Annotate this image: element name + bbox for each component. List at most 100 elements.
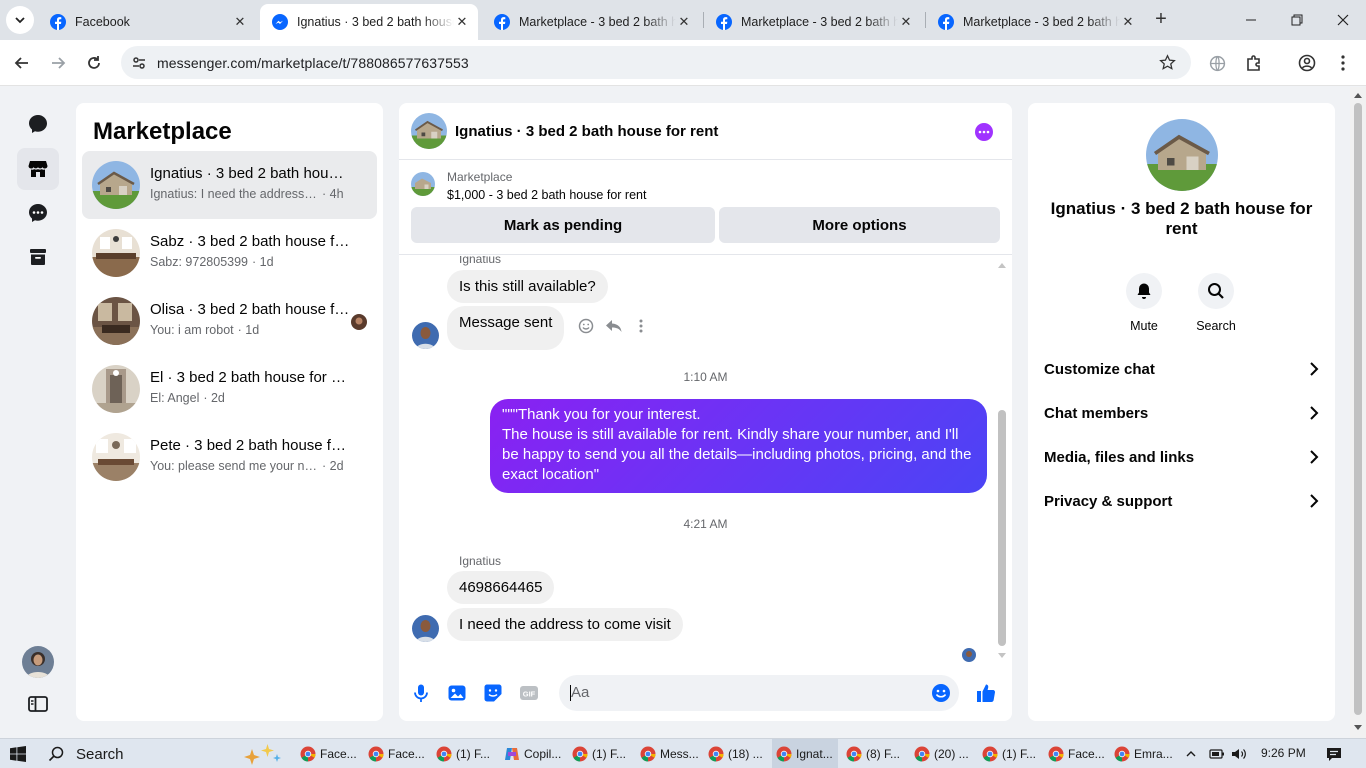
outgoing-message[interactable]: """Thank you for your interest. The hous… (490, 399, 987, 493)
message-more-button[interactable] (639, 318, 645, 334)
star-icon[interactable] (1159, 54, 1176, 71)
emoji-icon[interactable] (931, 683, 951, 703)
incoming-message[interactable]: Message sent (447, 306, 565, 350)
taskbar-app[interactable]: Emra... (1110, 739, 1177, 768)
svg-text:GIF: GIF (523, 690, 536, 699)
close-window-button[interactable] (1320, 0, 1366, 40)
page-scrollbar[interactable] (1350, 87, 1366, 738)
message-scrollbar-thumb[interactable] (998, 410, 1006, 646)
sender-avatar-image (412, 615, 439, 642)
mark-as-pending-button[interactable]: Mark as pending (411, 207, 715, 243)
browser-tab[interactable]: Marketplace - 3 bed 2 bath house for ren… (926, 4, 1144, 40)
chats-nav-button[interactable] (17, 103, 59, 145)
forward-button[interactable] (44, 49, 72, 77)
media-files-links-row[interactable]: Media, files and links (1034, 435, 1329, 479)
restore-button[interactable] (1274, 0, 1320, 40)
extensions-button[interactable] (1240, 49, 1268, 77)
listing-title[interactable]: $1,000 - 3 bed 2 bath house for rent (447, 188, 646, 202)
notifications-icon[interactable] (1326, 747, 1342, 761)
chevron-up-icon[interactable] (1185, 748, 1197, 760)
taskbar-app[interactable]: Mess... (636, 739, 703, 768)
privacy-support-row[interactable]: Privacy & support (1034, 479, 1329, 523)
new-tab-button[interactable]: + (1150, 8, 1172, 30)
conversation-item[interactable]: El · 3 bed 2 bath house for rent El: Ang… (82, 355, 377, 423)
browser-tab[interactable]: Marketplace - 3 bed 2 bath house for ren… (704, 4, 922, 40)
taskbar-search[interactable]: Search (38, 739, 290, 768)
profile-button[interactable] (1293, 49, 1321, 77)
incoming-message[interactable]: 4698664465 (447, 571, 555, 604)
more-options-button[interactable]: More options (719, 207, 1000, 243)
tab-search-button[interactable] (6, 6, 34, 34)
conversation-item[interactable]: Sabz · 3 bed 2 bath house for rent Sabz:… (82, 219, 377, 287)
sender-avatar[interactable] (412, 615, 439, 642)
minimize-button[interactable] (1228, 0, 1274, 40)
conversation-item[interactable]: Olisa · 3 bed 2 bath house for rent You:… (82, 287, 377, 355)
react-button[interactable] (577, 317, 595, 335)
message-input-placeholder: Aa (571, 684, 590, 701)
mute-button[interactable]: Mute (1114, 273, 1174, 333)
back-button[interactable] (8, 49, 36, 77)
close-tab-icon[interactable]: ✕ (1120, 14, 1136, 30)
address-bar[interactable]: messenger.com/marketplace/t/788086577637… (121, 46, 1191, 79)
sticker-icon[interactable] (483, 683, 503, 703)
customize-chat-row[interactable]: Customize chat (1034, 347, 1329, 391)
listing-thumbnail[interactable] (411, 172, 435, 196)
close-tab-icon[interactable]: ✕ (232, 14, 248, 30)
archived-nav-button[interactable] (17, 236, 59, 278)
taskbar-app[interactable]: Face... (296, 739, 361, 768)
browser-tab[interactable]: Marketplace - 3 bed 2 bath house for ren… (482, 4, 700, 40)
close-tab-icon[interactable]: ✕ (454, 14, 470, 30)
taskbar-app-active[interactable]: Ignat... (772, 739, 838, 768)
site-info-icon[interactable] (131, 55, 147, 71)
page-scrollbar-thumb[interactable] (1354, 103, 1362, 715)
message-requests-nav-button[interactable] (17, 192, 59, 234)
chat-title[interactable]: Ignatius · 3 bed 2 bath house for rent (455, 123, 718, 140)
restore-icon (1291, 14, 1303, 26)
conversation-info-button[interactable] (975, 123, 993, 141)
battery-icon[interactable] (1209, 748, 1225, 760)
reply-button[interactable] (605, 318, 623, 336)
translate-button[interactable] (1203, 49, 1231, 77)
taskbar-app[interactable]: (20) ... (910, 739, 973, 768)
smiley-icon (578, 318, 594, 334)
reload-button[interactable] (80, 49, 108, 77)
browser-menu-button[interactable] (1329, 49, 1357, 77)
browser-tab-active[interactable]: Ignatius · 3 bed 2 bath house for rent ✕ (260, 4, 478, 40)
message-input[interactable]: Aa (559, 675, 959, 711)
incoming-message[interactable]: I need the address to come visit (447, 608, 683, 641)
taskbar-app[interactable]: (18) ... (704, 739, 767, 768)
close-tab-icon[interactable]: ✕ (898, 14, 914, 30)
info-avatar[interactable] (1146, 119, 1218, 191)
taskbar-app[interactable]: Face... (1044, 739, 1109, 768)
chat-members-row[interactable]: Chat members (1034, 391, 1329, 435)
messenger-page: Marketplace Ignatius · 3 bed 2 bath hous… (0, 87, 1350, 738)
message-scrollbar[interactable] (997, 260, 1007, 662)
search-in-conversation-button[interactable]: Search (1186, 273, 1246, 333)
chat-avatar[interactable] (411, 113, 447, 149)
conversation-item[interactable]: Ignatius · 3 bed 2 bath house for rent I… (82, 151, 377, 219)
taskbar-app[interactable]: (1) F... (568, 739, 630, 768)
browser-tab[interactable]: Facebook ✕ (38, 4, 256, 40)
volume-icon[interactable] (1231, 747, 1247, 761)
taskbar-app[interactable]: (1) F... (432, 739, 494, 768)
clock[interactable]: 9:26 PM (1261, 746, 1306, 760)
thumbs-up-icon[interactable] (975, 682, 997, 704)
microphone-icon[interactable] (411, 683, 431, 703)
conversation-item[interactable]: Pete · 3 bed 2 bath house for rent You: … (82, 423, 377, 491)
taskbar-app[interactable]: Face... (364, 739, 429, 768)
taskbar-app[interactable]: Copil... (500, 739, 565, 768)
sender-avatar[interactable] (412, 322, 439, 349)
incoming-message[interactable]: Is this still available? (447, 270, 608, 303)
start-button[interactable] (10, 746, 26, 762)
toggle-sidebar-button[interactable] (26, 692, 50, 716)
marketplace-nav-button[interactable] (17, 148, 59, 190)
taskbar-app-label: Ignat... (796, 747, 833, 761)
close-tab-icon[interactable]: ✕ (676, 14, 692, 30)
photo-icon[interactable] (447, 683, 467, 703)
snippet-time: · 4h (322, 187, 344, 201)
gif-icon[interactable]: GIF (519, 683, 539, 703)
user-avatar[interactable] (22, 646, 54, 678)
taskbar-app[interactable]: (8) F... (842, 739, 904, 768)
chrome-icon (436, 746, 452, 762)
taskbar-app[interactable]: (1) F... (978, 739, 1040, 768)
